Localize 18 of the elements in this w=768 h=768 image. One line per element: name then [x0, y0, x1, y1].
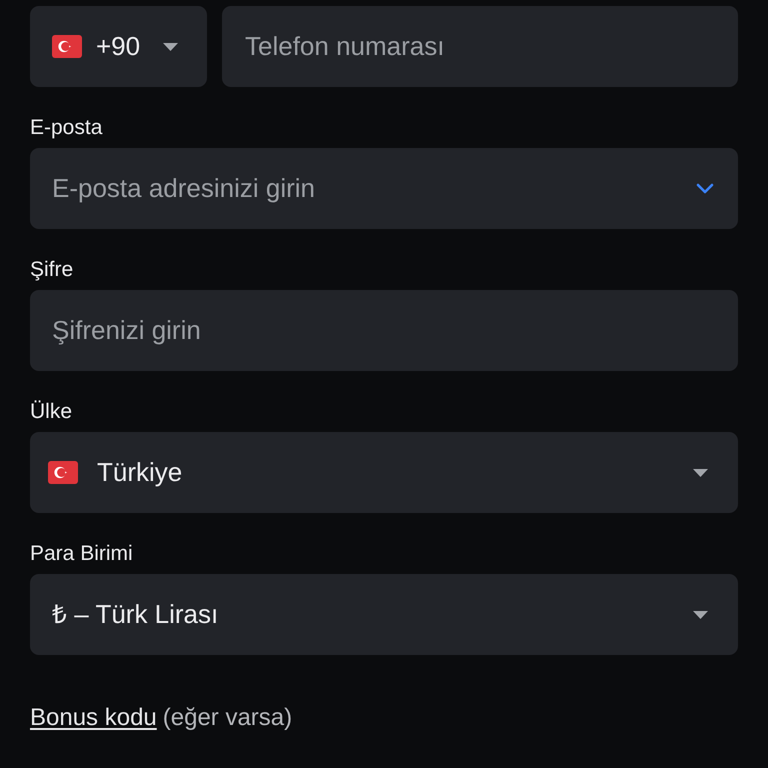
field-label: Para Birimi	[30, 542, 133, 566]
currency-select[interactable]: ₺ – Türk Lirası	[30, 574, 738, 655]
field-label: Şifre	[30, 258, 74, 282]
caret-icon	[163, 42, 178, 50]
bonus-code-link[interactable]: Bonus kodu	[30, 704, 157, 732]
email-field[interactable]: E-posta adresinizi girin	[30, 148, 738, 229]
password-field[interactable]: Şifrenizi girin	[30, 290, 738, 371]
caret-icon	[693, 610, 708, 618]
phone-number-field[interactable]: Telefon numarası	[222, 6, 738, 87]
field-label: E-posta	[30, 116, 102, 140]
country-select[interactable]: Türkiye	[30, 432, 738, 513]
flag-icon	[52, 35, 82, 58]
optional-note: (eğer varsa)	[162, 704, 292, 732]
field-label: Ülke	[30, 400, 72, 424]
country-code-select[interactable]: +90	[30, 6, 207, 87]
caret-icon	[693, 468, 708, 476]
flag-icon	[48, 461, 78, 484]
chevron-down-icon	[696, 183, 714, 194]
